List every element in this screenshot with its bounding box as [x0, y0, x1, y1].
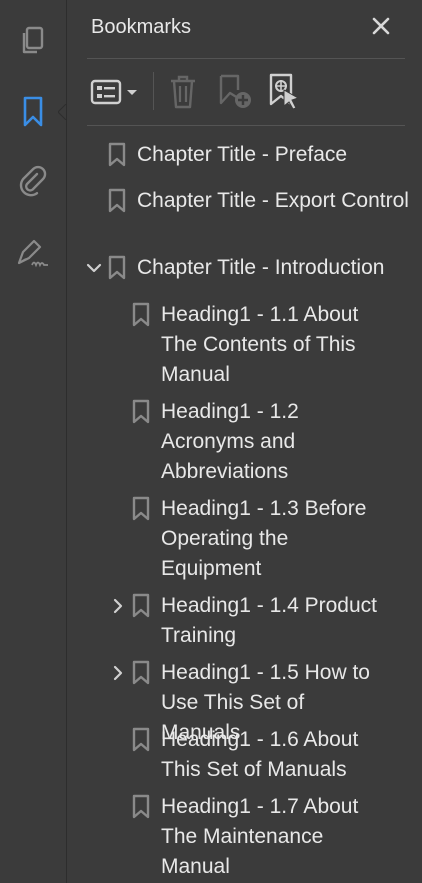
bookmark-expander [83, 186, 105, 216]
bookmark-select-icon [269, 73, 300, 110]
bookmark-icon [132, 660, 150, 685]
bookmark-label: Heading1 - 1.6 About This Set of Manuals [161, 728, 359, 781]
bookmark-icon [23, 96, 43, 127]
bookmark-icon [108, 188, 126, 213]
bookmark-icon [132, 496, 150, 521]
bookmark-item[interactable]: Heading1 - 1.2 Acronyms and Abbreviation… [107, 397, 387, 487]
bookmark-icon [108, 255, 126, 280]
bookmarks-panel: Bookmarks Chapter Title - Preface Chapte… [67, 0, 422, 883]
pages-panel-button[interactable] [14, 22, 52, 60]
signature-icon [17, 239, 48, 268]
toolbar-divider-line [87, 125, 405, 126]
bookmark-label: Heading1 - 1.2 Acronyms and Abbreviation… [161, 400, 299, 483]
bookmark-item[interactable]: Chapter Title - Preface [83, 140, 422, 170]
bookmark-expander[interactable] [107, 591, 129, 621]
bookmark-icon-wrap [129, 792, 153, 822]
bookmark-icon [132, 593, 150, 618]
add-bookmark-icon [219, 74, 251, 108]
add-bookmark-button[interactable] [215, 70, 255, 114]
bookmark-label: Chapter Title - Introduction [137, 256, 385, 279]
bookmark-icon [132, 727, 150, 752]
bookmark-icon [132, 302, 150, 327]
bookmark-icon-wrap [129, 658, 153, 688]
bookmark-label: Chapter Title - Preface [137, 143, 348, 166]
bookmark-icon-wrap [129, 725, 153, 755]
attachments-panel-button[interactable] [14, 162, 52, 200]
bookmark-item[interactable]: Chapter Title - Export Control [83, 186, 422, 216]
bookmark-label: Heading1 - 1.1 About The Contents of Thi… [161, 303, 359, 386]
trash-icon [171, 75, 195, 109]
bookmark-icon-wrap [129, 397, 153, 427]
bookmark-icon [132, 399, 150, 424]
close-icon [372, 17, 390, 35]
bookmark-expander [107, 792, 129, 822]
select-bookmark-button[interactable] [265, 70, 305, 114]
chevron-right-icon [113, 598, 123, 614]
bookmark-expander[interactable] [107, 658, 129, 688]
bookmark-item[interactable]: Heading1 - 1.3 Before Operating the Equi… [107, 494, 387, 584]
bookmarks-panel-button[interactable] [14, 93, 52, 131]
header-divider [87, 58, 405, 59]
bookmark-item[interactable]: Heading1 - 1.7 About The Maintenance Man… [107, 792, 387, 882]
panel-title: Bookmarks [91, 16, 192, 38]
options-menu-button[interactable] [89, 70, 141, 114]
bookmark-expander [107, 397, 129, 427]
tool-rail [0, 0, 67, 883]
bookmark-icon [132, 794, 150, 819]
bookmark-expander [83, 140, 105, 170]
bookmark-item[interactable]: Heading1 - 1.4 Product Training [107, 591, 387, 651]
bookmark-label: Heading1 - 1.3 Before Operating the Equi… [161, 497, 367, 580]
bookmark-item[interactable]: Heading1 - 1.6 About This Set of Manuals [107, 725, 387, 785]
bookmark-icon [108, 142, 126, 167]
bookmark-expander [107, 300, 129, 330]
bookmark-expander[interactable] [83, 253, 105, 283]
bookmark-item[interactable]: Chapter Title - Introduction [83, 253, 422, 283]
bookmark-expander [107, 725, 129, 755]
bookmark-icon-wrap [129, 591, 153, 621]
signatures-panel-button[interactable] [14, 234, 52, 272]
delete-bookmark-button[interactable] [165, 70, 201, 114]
bookmark-label: Heading1 - 1.7 About The Maintenance Man… [161, 795, 359, 878]
bookmark-icon-wrap [129, 494, 153, 524]
options-menu-icon [90, 79, 137, 105]
attachment-icon [19, 165, 47, 197]
bookmark-expander [107, 494, 129, 524]
bookmark-label: Chapter Title - Export Control [137, 189, 409, 212]
bookmark-label: Heading1 - 1.4 Product Training [161, 594, 377, 647]
bookmark-icon-wrap [129, 300, 153, 330]
pages-icon [22, 26, 44, 54]
chevron-down-icon [86, 263, 102, 273]
bookmark-item[interactable]: Heading1 - 1.1 About The Contents of Thi… [107, 300, 387, 390]
chevron-right-icon [113, 665, 123, 681]
close-panel-button[interactable] [369, 14, 393, 38]
bookmark-icon-wrap [105, 140, 129, 170]
bookmark-icon-wrap [105, 186, 129, 216]
bookmark-icon-wrap [105, 253, 129, 283]
toolbar-divider [153, 72, 154, 110]
